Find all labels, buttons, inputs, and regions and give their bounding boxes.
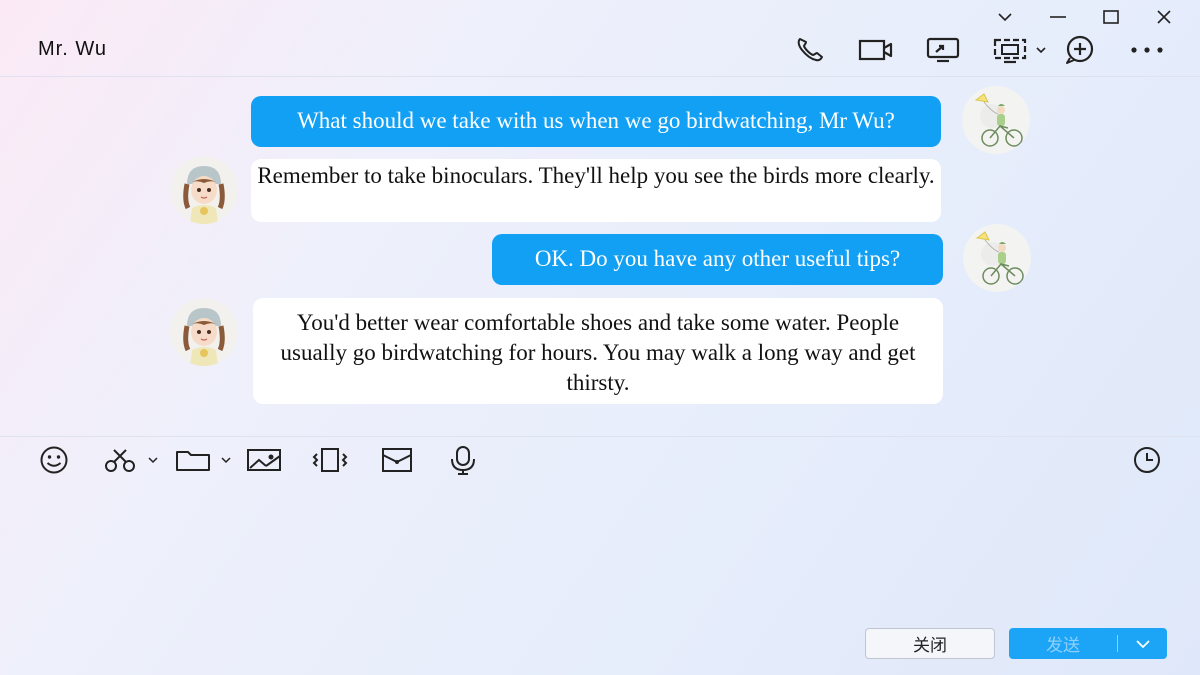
message-list: What should we take with us when we go b… bbox=[0, 78, 1200, 436]
message-bubble-incoming[interactable]: Remember to take binoculars. They'll hel… bbox=[251, 159, 941, 222]
screen-share-icon[interactable] bbox=[923, 36, 963, 64]
image-icon[interactable] bbox=[245, 445, 283, 475]
avatar-mr-wu[interactable] bbox=[170, 298, 238, 366]
add-member-icon[interactable] bbox=[1061, 35, 1099, 64]
avatar-me[interactable] bbox=[963, 224, 1031, 292]
chat-header: Mr. Wu bbox=[0, 0, 1200, 77]
message-text: Remember to take binoculars. They'll hel… bbox=[257, 163, 935, 188]
message-bubble-incoming[interactable]: You'd better wear comfortable shoes and … bbox=[253, 298, 943, 404]
video-call-icon[interactable] bbox=[857, 36, 895, 64]
message-text: What should we take with us when we go b… bbox=[297, 108, 895, 133]
send-button-label[interactable]: 发送 bbox=[1009, 631, 1117, 656]
remote-desktop-icon[interactable] bbox=[991, 36, 1051, 64]
more-icon[interactable] bbox=[1127, 36, 1167, 64]
message-bubble-outgoing[interactable]: OK. Do you have any other useful tips? bbox=[492, 234, 943, 285]
phone-icon[interactable] bbox=[792, 36, 828, 64]
avatar-mr-wu[interactable] bbox=[170, 156, 238, 224]
history-clock-icon[interactable] bbox=[1129, 445, 1165, 475]
screenshot-scissors-icon[interactable] bbox=[101, 445, 161, 475]
microphone-icon[interactable] bbox=[446, 445, 480, 475]
red-packet-icon[interactable] bbox=[379, 445, 415, 475]
close-button[interactable]: 关闭 bbox=[865, 628, 995, 659]
message-text: You'd better wear comfortable shoes and … bbox=[280, 310, 916, 395]
shake-icon[interactable] bbox=[309, 445, 351, 475]
send-options-chevron-icon[interactable] bbox=[1118, 639, 1167, 649]
send-button[interactable]: 发送 bbox=[1009, 628, 1167, 659]
avatar-me[interactable] bbox=[962, 86, 1030, 154]
message-bubble-outgoing[interactable]: What should we take with us when we go b… bbox=[251, 96, 941, 147]
message-text: OK. Do you have any other useful tips? bbox=[534, 246, 901, 271]
folder-icon[interactable] bbox=[174, 445, 234, 475]
emoji-icon[interactable] bbox=[36, 445, 72, 475]
chat-title: Mr. Wu bbox=[38, 38, 107, 60]
